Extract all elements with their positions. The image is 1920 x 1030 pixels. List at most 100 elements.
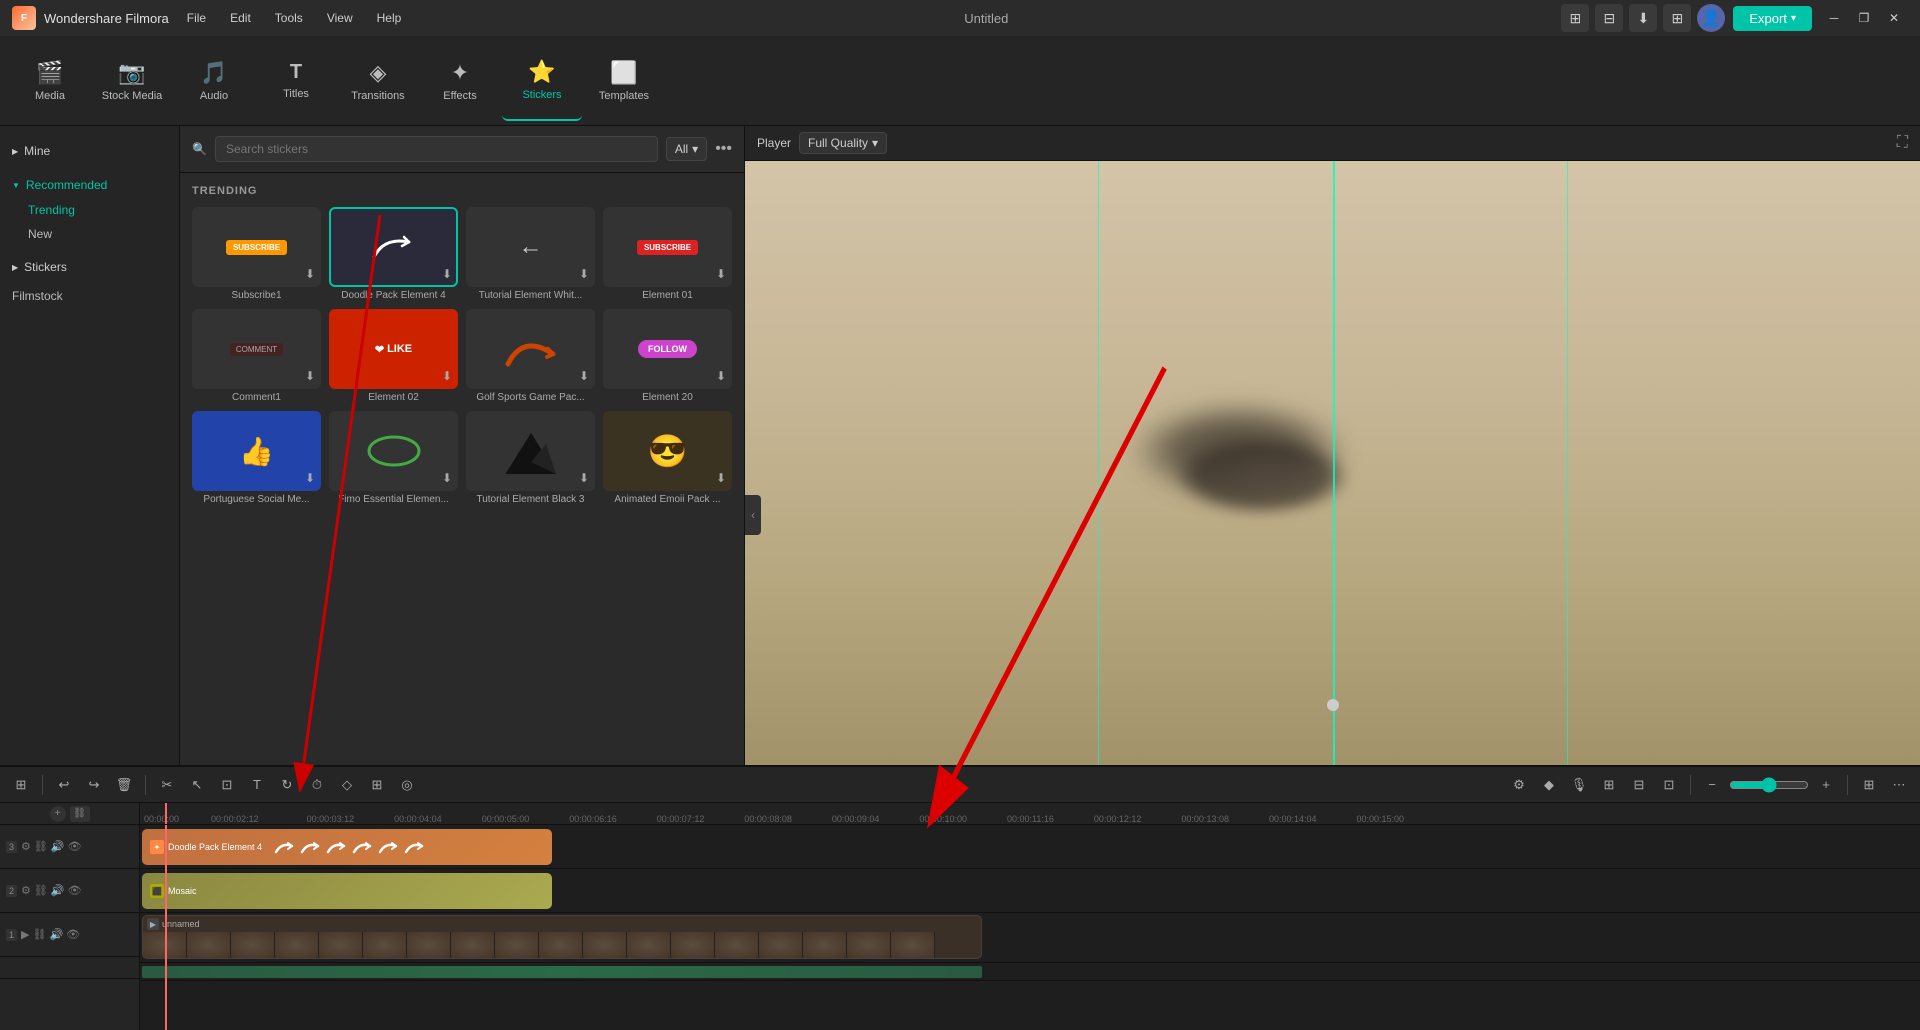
tool-templates[interactable]: ⬜ Templates: [584, 41, 664, 121]
download-icon-animated-emoji[interactable]: ⬇: [716, 471, 726, 485]
sticker-comment1[interactable]: COMMENT ⬇: [192, 309, 321, 389]
zoom-slider[interactable]: [1729, 777, 1809, 793]
add-track-button[interactable]: ⊞: [8, 772, 34, 798]
download-icon-tutorial-white[interactable]: ⬇: [579, 267, 589, 281]
sticker-animated-emoji[interactable]: 😎 ⬇: [603, 411, 732, 491]
layout-button[interactable]: ⊞: [1856, 772, 1882, 798]
maximize-button[interactable]: ❐: [1850, 6, 1878, 30]
track-2-mute-icon[interactable]: 🔊: [51, 884, 65, 897]
track-3-mute-icon[interactable]: 🔊: [51, 840, 65, 853]
panel-collapse-button[interactable]: ‹: [745, 495, 761, 535]
icon-profile[interactable]: 👤: [1697, 4, 1725, 32]
snap-button[interactable]: ⊞: [1596, 772, 1622, 798]
quality-selector[interactable]: Full Quality ▾: [799, 132, 887, 154]
sticker-tutorial-white[interactable]: ← ⬇: [466, 207, 595, 287]
audio-adjust-button[interactable]: ⊞: [364, 772, 390, 798]
menu-edit[interactable]: Edit: [220, 7, 261, 29]
track-1-mute-icon[interactable]: 🔊: [49, 928, 63, 941]
text-button[interactable]: T: [244, 772, 270, 798]
tool-transitions[interactable]: ◈ Transitions: [338, 41, 418, 121]
sticker-element02[interactable]: ❤LIKE ⬇: [329, 309, 458, 389]
effects-apply-button[interactable]: ◎: [394, 772, 420, 798]
icon-layout[interactable]: ⊟: [1595, 4, 1623, 32]
menu-view[interactable]: View: [317, 7, 363, 29]
clip-video[interactable]: ▶ unnamed: [142, 915, 982, 959]
sticker-element20[interactable]: FOLLOW ⬇: [603, 309, 732, 389]
clip-mosaic[interactable]: ⬛ Mosaic: [142, 873, 552, 909]
sidebar-sub-trending[interactable]: Trending: [0, 198, 179, 222]
timer-button[interactable]: ⏱: [304, 772, 330, 798]
sticker-golf[interactable]: ⬇: [466, 309, 595, 389]
menu-tools[interactable]: Tools: [265, 7, 313, 29]
download-icon-tutorial-black[interactable]: ⬇: [579, 471, 589, 485]
marker-button[interactable]: ◆: [1536, 772, 1562, 798]
delete-button[interactable]: 🗑: [111, 772, 137, 798]
download-icon-subscribe1[interactable]: ⬇: [305, 267, 315, 281]
menu-help[interactable]: Help: [367, 7, 412, 29]
sticker-element01[interactable]: SUBSCRIBE ⬇: [603, 207, 732, 287]
sidebar-item-stickers[interactable]: ▶ Stickers: [0, 254, 179, 280]
download-icon-element02[interactable]: ⬇: [442, 369, 452, 383]
add-to-timeline-icon[interactable]: +: [50, 806, 66, 822]
rotate-button[interactable]: ↻: [274, 772, 300, 798]
sticker-subscribe1[interactable]: SUBSCRIBE ⬇: [192, 207, 321, 287]
undo-button[interactable]: ↩: [51, 772, 77, 798]
pip-button[interactable]: ⊡: [1656, 772, 1682, 798]
icon-screen[interactable]: ⊞: [1561, 4, 1589, 32]
sticker-doodle4[interactable]: ⬇: [329, 207, 458, 287]
tool-stock-media[interactable]: 📷 Stock Media: [92, 41, 172, 121]
sidebar-item-filmstock[interactable]: Filmstock: [0, 284, 179, 308]
download-icon-comment1[interactable]: ⬇: [305, 369, 315, 383]
track-2-eye-icon[interactable]: 👁: [68, 884, 82, 897]
search-input[interactable]: [215, 136, 658, 162]
icon-download[interactable]: ⬇: [1629, 4, 1657, 32]
cut-button[interactable]: ✂: [154, 772, 180, 798]
sidebar-item-recommended[interactable]: ▼ Recommended: [0, 172, 179, 198]
sidebar-item-mine[interactable]: ▶ Mine: [0, 138, 179, 164]
track-3-settings-icon[interactable]: ⚙: [21, 840, 31, 853]
download-icon-element20[interactable]: ⬇: [716, 369, 726, 383]
track-1-eye-icon[interactable]: 👁: [66, 928, 80, 941]
split-audio-button[interactable]: ⊟: [1626, 772, 1652, 798]
download-icon-element01[interactable]: ⬇: [716, 267, 726, 281]
select-button[interactable]: ↖: [184, 772, 210, 798]
track-2-settings-icon[interactable]: ⚙: [21, 884, 31, 897]
tool-audio[interactable]: 🎵 Audio: [174, 41, 254, 121]
chain-icon[interactable]: ⛓: [70, 806, 90, 822]
color-button[interactable]: ◇: [334, 772, 360, 798]
tool-titles[interactable]: T Titles: [256, 41, 336, 121]
download-icon-fimo[interactable]: ⬇: [442, 471, 452, 485]
filter-dropdown[interactable]: All ▾: [666, 137, 707, 161]
player-expand-icon[interactable]: ⛶: [1897, 134, 1908, 151]
record-button[interactable]: 🎙: [1566, 772, 1592, 798]
download-icon-portuguese[interactable]: ⬇: [305, 471, 315, 485]
sticker-tutorial-black[interactable]: ⬇: [466, 411, 595, 491]
download-icon-doodle4[interactable]: ⬇: [442, 267, 452, 281]
close-button[interactable]: ✕: [1880, 6, 1908, 30]
sticker-portuguese[interactable]: 👍 ⬇: [192, 411, 321, 491]
tool-media[interactable]: 🎬 Media: [10, 41, 90, 121]
download-icon-golf[interactable]: ⬇: [579, 369, 589, 383]
icon-apps[interactable]: ⊞: [1663, 4, 1691, 32]
zoom-in-button[interactable]: +: [1813, 772, 1839, 798]
more-button[interactable]: ⋯: [1886, 772, 1912, 798]
more-options-icon[interactable]: •••: [715, 140, 732, 158]
frame-6: [363, 932, 407, 958]
track-3-link-icon[interactable]: ⛓: [34, 840, 48, 853]
menu-file[interactable]: File: [177, 7, 216, 29]
clip-sticker-doodle[interactable]: ✦ Doodle Pack Element 4: [142, 829, 552, 865]
tool-effects[interactable]: ✦ Effects: [420, 41, 500, 121]
tool-stickers[interactable]: ⭐ Stickers: [502, 41, 582, 121]
track-1-play-icon[interactable]: ▶: [21, 928, 29, 941]
track-3-eye-icon[interactable]: 👁: [68, 840, 82, 853]
sticker-fimo[interactable]: ⬇: [329, 411, 458, 491]
sidebar-sub-new[interactable]: New: [0, 222, 179, 246]
track-2-link-icon[interactable]: ⛓: [34, 884, 48, 897]
redo-button[interactable]: ↪: [81, 772, 107, 798]
crop-button[interactable]: ⊡: [214, 772, 240, 798]
export-button[interactable]: Export ▾: [1733, 6, 1812, 31]
auto-match-button[interactable]: ⚙: [1506, 772, 1532, 798]
zoom-out-button[interactable]: −: [1699, 772, 1725, 798]
track-1-link-icon[interactable]: ⛓: [32, 928, 46, 941]
minimize-button[interactable]: ─: [1820, 6, 1848, 30]
